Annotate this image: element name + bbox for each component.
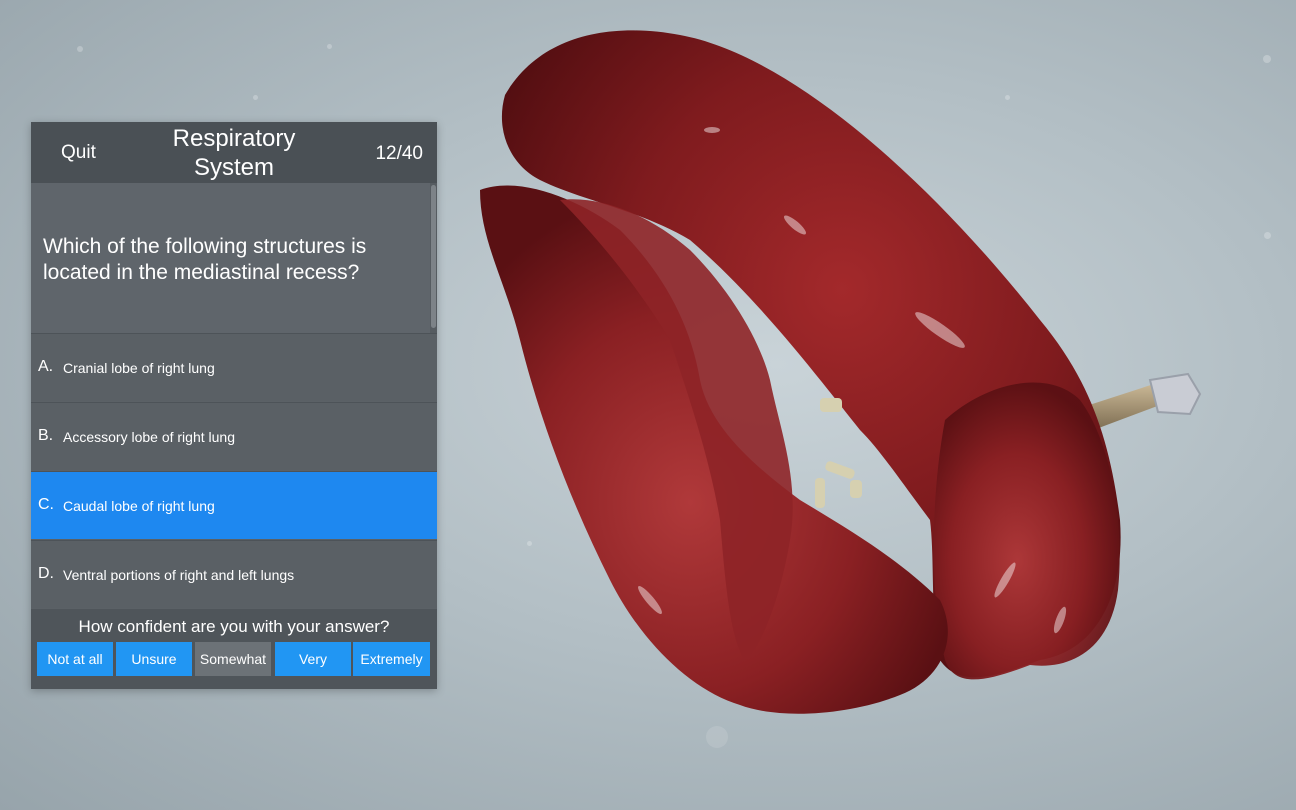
confidence-very-button[interactable]: Very xyxy=(275,642,351,676)
question-scrollbar[interactable] xyxy=(430,183,437,333)
quiz-header: Quit Respiratory System 12/40 xyxy=(31,122,437,183)
scrollbar-thumb[interactable] xyxy=(431,185,436,328)
answer-label: Caudal lobe of right lung xyxy=(63,498,215,514)
confidence-area: How confident are you with your answer? … xyxy=(31,609,437,689)
answer-option-a[interactable]: A. Cranial lobe of right lung xyxy=(31,333,437,401)
quiz-title: Respiratory System xyxy=(172,125,296,181)
confidence-prompt: How confident are you with your answer? xyxy=(78,617,390,636)
quit-button[interactable]: Quit xyxy=(61,142,96,164)
answer-option-d[interactable]: D. Ventral portions of right and left lu… xyxy=(31,540,437,608)
answer-option-b[interactable]: B. Accessory lobe of right lung xyxy=(31,402,437,470)
answer-label: Cranial lobe of right lung xyxy=(63,360,215,376)
answer-label: Ventral portions of right and left lungs xyxy=(63,567,295,583)
answer-letter: A. xyxy=(38,358,54,375)
answer-letter: C. xyxy=(38,496,54,513)
confidence-unsure-button[interactable]: Unsure xyxy=(116,642,192,676)
answer-label: Accessory lobe of right lung xyxy=(63,429,235,445)
confidence-not-at-all-button[interactable]: Not at all xyxy=(37,642,113,676)
answer-option-c[interactable]: C. Caudal lobe of right lung xyxy=(31,471,437,539)
question-area: Which of the following structures is loc… xyxy=(31,183,437,333)
question-text: Which of the following structures is loc… xyxy=(43,235,367,284)
answer-letter: D. xyxy=(38,565,54,582)
confidence-somewhat-button[interactable]: Somewhat xyxy=(195,642,271,676)
confidence-extremely-button[interactable]: Extremely xyxy=(353,642,430,676)
quiz-panel: Quit Respiratory System 12/40 Which of t… xyxy=(31,122,437,689)
answer-letter: B. xyxy=(38,427,54,444)
question-progress: 12/40 xyxy=(375,143,423,164)
caudal-lobe xyxy=(933,382,1120,680)
